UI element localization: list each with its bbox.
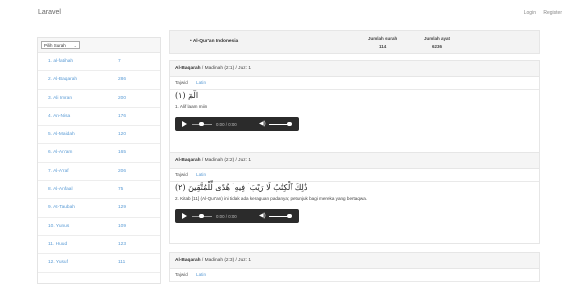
- total-surah-label: Jumlah surah: [368, 36, 398, 41]
- audio-time: 0:00 / 0:00: [216, 213, 237, 219]
- tab-latin[interactable]: Latin: [196, 77, 206, 89]
- ayat-meta: / Madinah (2:3) / Juz: 1: [200, 258, 251, 263]
- surah-ayat-count: 7: [118, 59, 121, 64]
- ayat-header: Al-Baqarah / Madinah (2:3) / Juz: 1: [170, 253, 539, 269]
- surah-ayat-count: 109: [118, 223, 127, 229]
- surah-ayat-count: 176: [118, 113, 127, 119]
- surah-name: 10. Yunus: [48, 223, 70, 229]
- total-surah-stat: Jumlah surah 114: [368, 36, 397, 49]
- ayat-card: Al-Baqarah / Madinah (2:2) / Juz: 1 Tajw…: [169, 152, 540, 244]
- surah-ayat-count: 129: [118, 205, 127, 211]
- brand-logo-text[interactable]: Laravel: [38, 9, 61, 16]
- surah-ayat-count: 123: [118, 241, 127, 247]
- tab-latin[interactable]: Latin: [196, 169, 206, 181]
- volume-track[interactable]: [269, 215, 289, 217]
- play-icon[interactable]: [182, 213, 187, 219]
- surah-name: 2. Al-Baqarah: [48, 77, 78, 83]
- ayat-tabs: Tajwid Latin: [170, 77, 539, 90]
- ayat-translation: 1. Alif laam miin: [175, 104, 208, 109]
- surah-name: 6. Al-An'am: [48, 150, 73, 156]
- ayat-header: Al-Baqarah / Madinah (2:2) / Juz: 1: [170, 153, 539, 169]
- surah-ayat-count: 286: [118, 77, 127, 83]
- seek-handle[interactable]: [199, 121, 204, 127]
- surah-name: 7. Al-A'raf: [48, 168, 69, 174]
- surah-list-item[interactable]: 7. Al-A'raf 206: [38, 163, 160, 182]
- surah-sidebar: Pilih Surah ⌄ 1. al-fatihah 7 2. Al-Baqar…: [37, 37, 161, 284]
- surah-ayat-count: 111: [118, 260, 126, 266]
- audio-player: 0:00 / 0:00 ◀): [175, 209, 299, 223]
- tab-latin[interactable]: Latin: [196, 269, 206, 281]
- total-surah-value: 114: [379, 44, 387, 49]
- surah-list-item[interactable]: 1. al-fatihah 7: [38, 53, 160, 72]
- surah-ayat-count: 165: [118, 150, 127, 156]
- surah-list-item[interactable]: 12. Yusuf 111: [38, 254, 160, 273]
- audio-time: 0:00 / 0:00: [216, 121, 237, 127]
- volume-icon[interactable]: ◀): [259, 121, 266, 127]
- ayat-arabic-text: الٓمٓ (١): [175, 91, 199, 100]
- surah-list-item[interactable]: 9. At-Taubah 129: [38, 199, 160, 218]
- surah-select-row: Pilih Surah ⌄: [38, 38, 160, 53]
- surah-name: 8. Al-Anfaal: [48, 187, 73, 193]
- surah-ayat-count: 206: [118, 168, 127, 174]
- nav-links: Login Register: [518, 10, 562, 16]
- audio-player: 0:00 / 0:00 ◀): [175, 117, 299, 131]
- volume-icon[interactable]: ◀): [259, 213, 266, 219]
- login-link[interactable]: Login: [524, 10, 536, 16]
- ayat-arabic-text: ذَٰلِكَ ٱلْكِتَٰبُ لَا رَيْبَ ۛ فِيهِ ۛ …: [175, 183, 308, 192]
- register-link[interactable]: Register: [543, 10, 562, 16]
- tab-tajwid[interactable]: Tajwid: [175, 169, 188, 181]
- surah-ayat-count: 200: [118, 95, 127, 101]
- info-title: • Al-Qur'an Indonesia: [190, 39, 239, 44]
- tab-tajwid[interactable]: Tajwid: [175, 77, 188, 89]
- ayat-translation: 2. Kitab [11] (Al-Qur'an) ini tidak ada …: [175, 196, 368, 201]
- ayat-card: Al-Baqarah / Madinah (2:3) / Juz: 1 Tajw…: [169, 252, 540, 282]
- ayat-tabs: Tajwid Latin: [170, 269, 539, 282]
- total-ayat-label: Jumlah ayat: [424, 36, 451, 41]
- surah-name: 5. Al-Maidah: [48, 132, 75, 138]
- surah-name: 4. An-Nisa: [48, 113, 71, 119]
- ayat-meta: / Madinah (2:2) / Juz: 1: [200, 158, 251, 163]
- surah-list-item[interactable]: 11. Huud 123: [38, 236, 160, 255]
- play-icon[interactable]: [182, 121, 187, 127]
- chevron-down-icon: ⌄: [73, 43, 77, 48]
- total-ayat-stat: Jumlah ayat 6236: [424, 36, 450, 49]
- volume-handle[interactable]: [287, 213, 292, 219]
- volume-handle[interactable]: [287, 121, 292, 127]
- surah-list-item[interactable]: 2. Al-Baqarah 286: [38, 71, 160, 90]
- ayat-meta: / Madinah (2:1) / Juz: 1: [200, 66, 251, 71]
- surah-name: 11. Huud: [48, 241, 68, 247]
- volume-track[interactable]: [269, 123, 289, 125]
- navbar: Laravel Login Register: [0, 0, 576, 30]
- surah-name: 9. At-Taubah: [48, 205, 75, 211]
- seek-handle[interactable]: [199, 213, 204, 219]
- surah-select-value: Pilih Surah: [44, 43, 66, 48]
- ayat-surah-name: Al-Baqarah: [175, 258, 201, 263]
- main-content: • Al-Qur'an Indonesia Jumlah surah 114 J…: [169, 30, 540, 282]
- total-ayat-value: 6236: [432, 44, 443, 49]
- surah-list-item[interactable]: 6. Al-An'am 165: [38, 144, 160, 163]
- surah-list-item[interactable]: 3. Ali Imran 200: [38, 90, 160, 108]
- tab-tajwid[interactable]: Tajwid: [175, 269, 188, 281]
- surah-list-item[interactable]: 10. Yunus 109: [38, 218, 160, 236]
- quran-info-bar: • Al-Qur'an Indonesia Jumlah surah 114 J…: [169, 30, 540, 54]
- surah-ayat-count: 120: [118, 132, 127, 138]
- surah-name: 12. Yusuf: [48, 260, 68, 266]
- ayat-tabs: Tajwid Latin: [170, 169, 539, 182]
- surah-list-item[interactable]: 8. Al-Anfaal 75: [38, 181, 160, 200]
- surah-name: 1. al-fatihah: [48, 59, 74, 64]
- surah-select[interactable]: Pilih Surah ⌄: [41, 41, 80, 49]
- surah-ayat-count: 75: [118, 187, 124, 193]
- ayat-header: Al-Baqarah / Madinah (2:1) / Juz: 1: [170, 61, 539, 77]
- surah-name: 3. Ali Imran: [48, 95, 72, 101]
- surah-list: 1. al-fatihah 7 2. Al-Baqarah 286 3. Ali I…: [38, 53, 160, 273]
- ayat-surah-name: Al-Baqarah: [175, 158, 201, 163]
- surah-list-item[interactable]: 4. An-Nisa 176: [38, 108, 160, 127]
- ayat-surah-name: Al-Baqarah: [175, 66, 201, 71]
- surah-list-item[interactable]: 5. Al-Maidah 120: [38, 126, 160, 145]
